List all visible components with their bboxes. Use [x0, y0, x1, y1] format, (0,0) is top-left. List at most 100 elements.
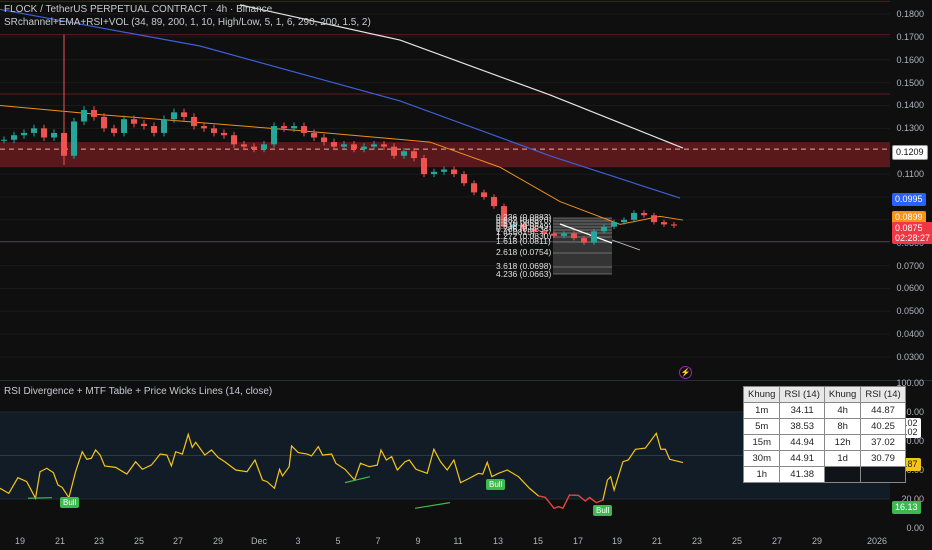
fib-level-label: 4.236 (0.0663) [496, 269, 552, 279]
pane-divider[interactable] [0, 380, 932, 381]
date-tick: 21 [54, 536, 66, 546]
table-row: 5m 38.53 8h 40.25 [742, 418, 906, 435]
candle-body [351, 144, 357, 149]
price-tick: 0.1600 [896, 54, 924, 65]
candle-body [81, 110, 87, 122]
table-header: Khung RSI (14) Khung RSI (14) [742, 386, 906, 403]
candle-body [601, 226, 607, 232]
date-tick: 2026 [866, 536, 888, 546]
candle-body [151, 126, 157, 133]
candle-body [391, 146, 397, 156]
rsi-lower-tag: 16.13 [892, 501, 921, 514]
candle-body [51, 132, 57, 138]
candle-body [481, 192, 487, 197]
fib-level-label: 1.618 (0.0811) [496, 236, 551, 246]
cell-empty [823, 466, 862, 483]
candle-body [561, 233, 567, 236]
rsi-tick: 0.00 [906, 523, 924, 533]
cell: 8h [823, 418, 862, 435]
candle-body [161, 119, 167, 133]
price-tick: 0.1300 [896, 123, 924, 134]
cell: 34.11 [779, 402, 825, 419]
candle-body [661, 222, 667, 225]
price-tick: 0.1800 [896, 9, 924, 19]
indicator-legend[interactable]: SRchannel+EMA+RSI+VOL (34, 89, 200, 1, 1… [4, 17, 371, 28]
sr-level-tag: 0.1209 [892, 145, 928, 160]
table-row: 15m 44.94 12h 37.02 [742, 434, 906, 451]
price-tick: 0.1500 [896, 77, 924, 88]
price-tick: 0.1700 [896, 31, 924, 42]
cell-empty [860, 466, 906, 483]
candle-body [41, 128, 47, 138]
table-row: 30m 44.91 1d 30.79 [742, 450, 906, 467]
price-tick: 0.0300 [896, 352, 924, 363]
candle-body [191, 116, 197, 127]
price-tick: 0.1100 [897, 169, 924, 180]
cell: 37.02 [860, 434, 906, 451]
candle-body [311, 132, 317, 138]
candle-body [431, 171, 437, 175]
price-tick: 0.0500 [896, 306, 924, 317]
ema89-line [0, 8, 681, 199]
candle-body [581, 238, 587, 243]
candle-body [381, 144, 387, 147]
date-tick: 17 [572, 536, 584, 546]
date-tick: 9 [415, 536, 421, 546]
date-tick: 15 [532, 536, 544, 546]
cell: 1d [823, 450, 862, 467]
date-tick: Dec [250, 536, 268, 546]
candle-body [331, 142, 337, 147]
price-tick: 0.0700 [896, 260, 924, 271]
col-header: Khung [823, 386, 862, 403]
candle-body [651, 215, 657, 223]
candle-body [631, 212, 637, 220]
bull-divergence-label: Bull [486, 479, 506, 490]
last-price-tag: 0.0875 02:28:27 [892, 222, 932, 244]
cell: 5m [742, 418, 781, 435]
candle-countdown: 02:28:27 [895, 233, 931, 243]
date-tick: 25 [731, 536, 743, 546]
last-price: 0.0875 [895, 223, 923, 233]
candle-body [471, 183, 477, 193]
date-tick: 25 [133, 536, 145, 546]
cell: 40.25 [860, 418, 906, 435]
candle-body [211, 128, 217, 133]
candle-body [1, 139, 7, 141]
date-tick: 27 [172, 536, 184, 546]
candle-body [91, 110, 97, 117]
date-tick: 13 [492, 536, 504, 546]
candle-body [671, 224, 677, 226]
col-header: Khung [742, 386, 781, 403]
candle-body [111, 128, 117, 133]
candle-body [441, 169, 447, 172]
price-tick: 0.0600 [896, 283, 924, 294]
fib-box [553, 218, 612, 274]
price-pane [0, 0, 890, 358]
candle-body [301, 126, 307, 133]
symbol-title: FLOCK / TetherUS PERPETUAL CONTRACT · 4h… [4, 4, 273, 15]
date-tick: 19 [14, 536, 26, 546]
date-tick: 11 [453, 536, 463, 546]
rsi-indicator-legend[interactable]: RSI Divergence + MTF Table + Price Wicks… [4, 386, 272, 397]
date-tick: 21 [651, 536, 663, 546]
candle-body [341, 144, 347, 147]
candle-body [171, 112, 177, 120]
candle-body [21, 132, 27, 136]
candle-body [31, 128, 37, 133]
lightning-icon[interactable]: ⚡ [679, 366, 692, 379]
candle-body [231, 135, 237, 145]
candle-body [641, 212, 647, 216]
date-tick: 5 [335, 536, 341, 546]
table-row: 1h 41.38 [742, 466, 906, 483]
col-header: RSI (14) [779, 386, 825, 403]
cell: 1h [742, 466, 781, 483]
candle-body [241, 144, 247, 147]
bull-divergence-label: Bull [60, 497, 80, 508]
cell: 41.38 [779, 466, 825, 483]
candle-body [101, 116, 107, 129]
candle-body [611, 222, 617, 227]
candle-body [421, 158, 427, 175]
candle-body [221, 132, 227, 136]
candle-body [591, 231, 597, 243]
date-tick: 29 [811, 536, 823, 546]
